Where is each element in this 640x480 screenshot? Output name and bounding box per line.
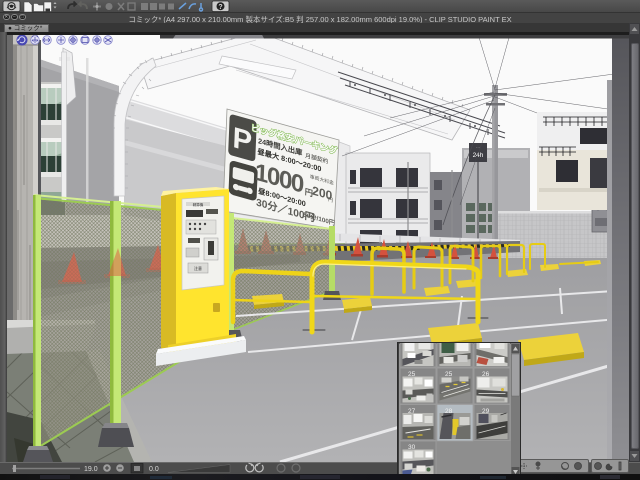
svg-text:0.0: 0.0	[149, 466, 159, 473]
svg-text:精算機: 精算機	[193, 202, 204, 207]
svg-text:注意: 注意	[194, 265, 202, 271]
svg-text:P: P	[232, 121, 253, 159]
svg-text:?: ?	[218, 4, 222, 11]
svg-text:19.0: 19.0	[84, 466, 98, 473]
